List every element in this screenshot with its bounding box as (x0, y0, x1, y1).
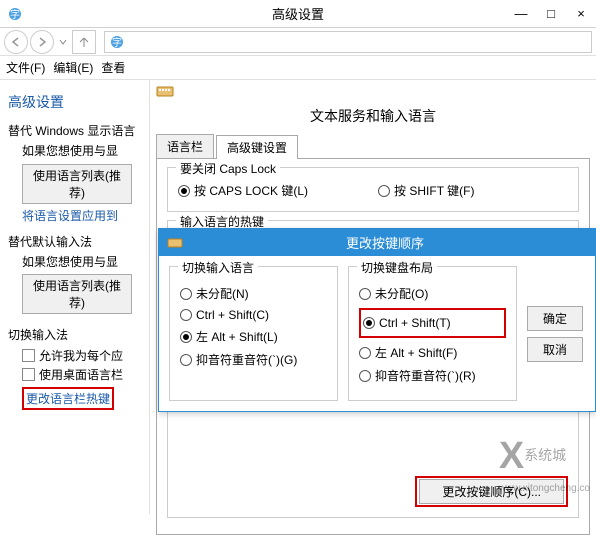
desktop-langbar-checkbox[interactable]: 使用桌面语言栏 (22, 366, 141, 383)
tab-advanced-keys[interactable]: 高级键设置 (216, 135, 298, 159)
history-dropdown[interactable] (56, 30, 70, 54)
menu-file[interactable]: 文件(F) (6, 59, 45, 76)
language-icon: 字 (109, 34, 125, 50)
per-app-ime-label: 允许我为每个应 (39, 347, 123, 364)
apply-lang-settings-link[interactable]: 将语言设置应用到 (22, 208, 141, 225)
caps-capslock-radio[interactable]: 按 CAPS LOCK 键(L) (178, 182, 308, 199)
per-app-ime-checkbox[interactable]: 允许我为每个应 (22, 347, 141, 364)
input-lang-grave-radio[interactable]: 抑音符重音符(`)(G) (180, 351, 327, 368)
kbd-layout-none-radio[interactable]: 未分配(O) (359, 285, 506, 302)
up-button[interactable] (72, 30, 96, 54)
kbd-layout-grave-radio[interactable]: 抑音符重音符(`)(R) (359, 367, 506, 384)
switch-input-lang-group: 切换输入语言 (178, 259, 258, 276)
group-switch-ime: 切换输入法 (8, 326, 141, 343)
input-lang-leftalt-shift-radio[interactable]: 左 Alt + Shift(L) (180, 328, 327, 345)
caps-capslock-label: 按 CAPS LOCK 键(L) (194, 182, 308, 199)
input-lang-ctrl-shift-radio[interactable]: Ctrl + Shift(C) (180, 308, 327, 322)
dialog-title: 文本服务和输入语言 (156, 106, 590, 126)
input-lang-none-radio[interactable]: 未分配(N) (180, 285, 327, 302)
page-title: 高级设置 (8, 92, 141, 112)
change-key-sequence-button[interactable]: 更改按键顺序(C)... (419, 479, 564, 504)
windows-lang-dropdown[interactable]: 使用语言列表(推荐) (22, 164, 132, 204)
cancel-button[interactable]: 取消 (527, 337, 583, 362)
desktop-langbar-label: 使用桌面语言栏 (39, 366, 123, 383)
kbd-layout-leftalt-shift-radio[interactable]: 左 Alt + Shift(F) (359, 344, 506, 361)
change-langbar-hotkey-link[interactable]: 更改语言栏热键 (26, 392, 110, 406)
group-windows-lang-desc: 如果您想使用与显 (22, 143, 141, 160)
svg-text:字: 字 (112, 36, 122, 49)
keyboard-icon (156, 84, 174, 102)
default-ime-dropdown[interactable]: 使用语言列表(推荐) (22, 274, 132, 314)
highlight-ctrl-shift-t: Ctrl + Shift(T) (359, 308, 506, 338)
highlight-change-sequence: 更改按键顺序(C)... (415, 476, 568, 507)
change-key-sequence-dialog: 更改按键顺序 切换输入语言 未分配(N) Ctrl + Shift(C) 左 A… (158, 228, 596, 412)
menu-edit[interactable]: 编辑(E) (53, 59, 93, 76)
breadcrumb[interactable]: 字 (104, 31, 592, 53)
modal-title: 更改按键顺序 (183, 233, 587, 252)
back-button[interactable] (4, 30, 28, 54)
group-windows-lang: 替代 Windows 显示语言 (8, 122, 141, 139)
forward-button[interactable] (30, 30, 54, 54)
ok-button[interactable]: 确定 (527, 306, 583, 331)
keyboard-icon (167, 237, 183, 249)
group-default-ime: 替代默认输入法 (8, 233, 141, 250)
menu-view[interactable]: 查看 (101, 59, 125, 76)
switch-kbd-layout-group: 切换键盘布局 (357, 259, 437, 276)
highlight-change-hotkey: 更改语言栏热键 (22, 387, 114, 410)
caps-group-title: 要关闭 Caps Lock (176, 160, 280, 177)
tab-langbar[interactable]: 语言栏 (156, 134, 214, 158)
caps-shift-radio[interactable]: 按 SHIFT 键(F) (378, 182, 474, 199)
kbd-layout-ctrl-shift-radio[interactable]: Ctrl + Shift(T) (363, 316, 502, 330)
caps-shift-label: 按 SHIFT 键(F) (394, 182, 474, 199)
window-title: 高级设置 (0, 4, 596, 23)
group-default-ime-desc: 如果您想使用与显 (22, 254, 141, 271)
